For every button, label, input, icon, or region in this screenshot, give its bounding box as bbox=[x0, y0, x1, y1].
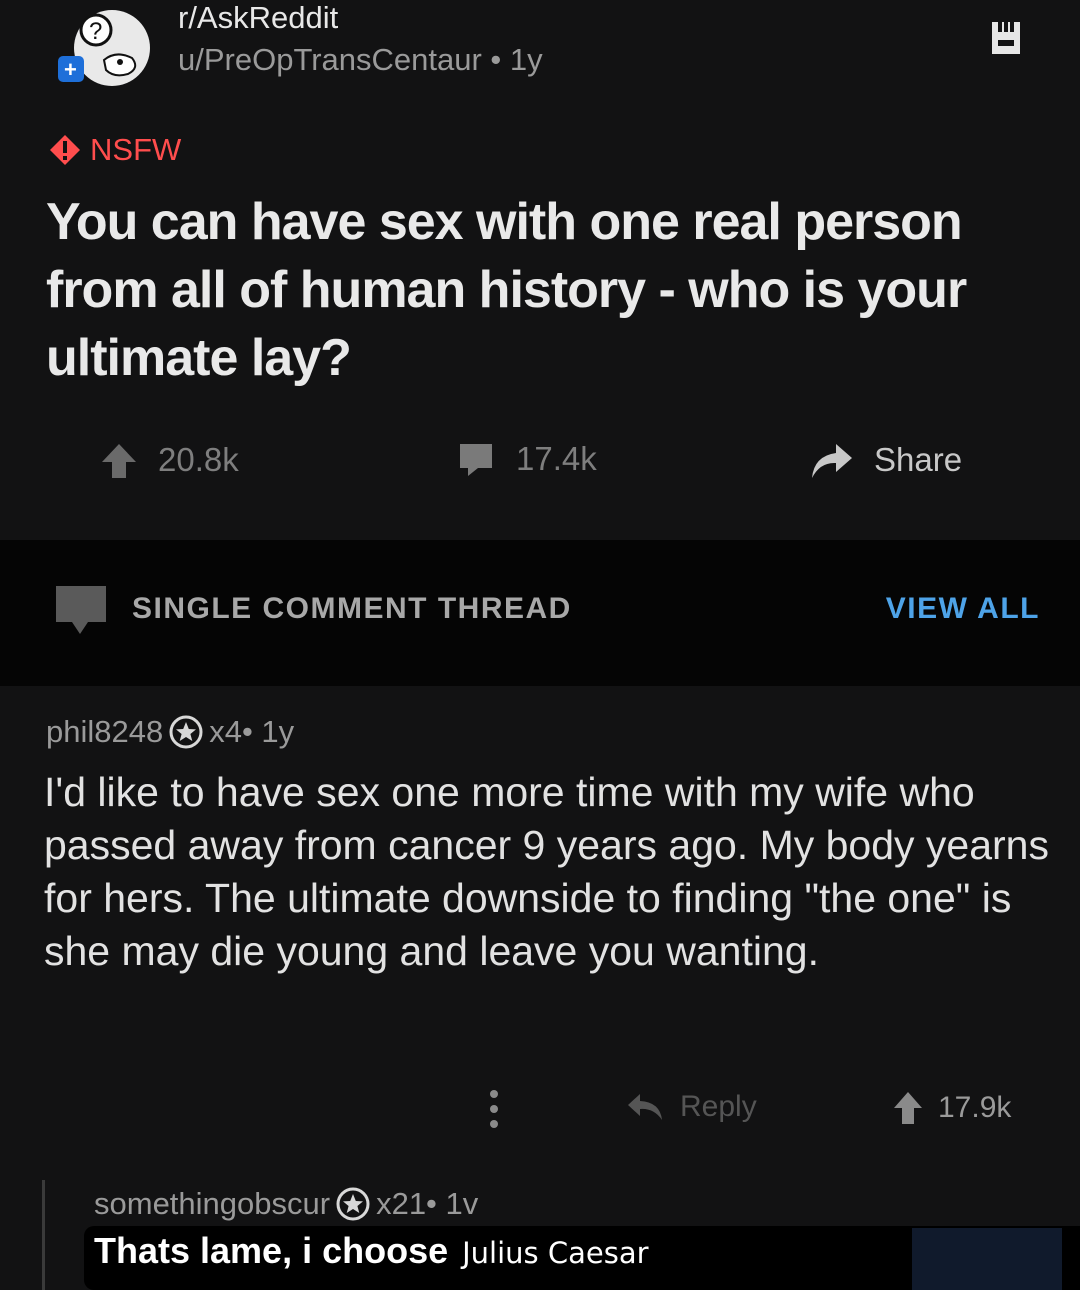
subreddit-name[interactable]: r/AskReddit bbox=[178, 0, 338, 36]
comment-upvote-button[interactable]: 17.9k bbox=[892, 1090, 1011, 1126]
comment-count: 17.4k bbox=[516, 440, 597, 477]
share-arrow-icon bbox=[812, 444, 852, 478]
comment-award-meta: x4• 1y bbox=[209, 714, 295, 749]
child-comment-caption: Julius Caesar bbox=[462, 1236, 649, 1270]
award-icon[interactable] bbox=[169, 715, 203, 749]
more-options-icon[interactable] bbox=[482, 1086, 506, 1132]
view-all-link[interactable]: VIEW ALL bbox=[886, 592, 1040, 626]
comment-thread-icon bbox=[52, 584, 110, 636]
child-comment-award-meta: x21• 1v bbox=[376, 1186, 479, 1221]
thread-label: SINGLE COMMENT THREAD bbox=[132, 592, 572, 625]
share-button[interactable]: Share bbox=[808, 440, 962, 480]
nsfw-icon bbox=[50, 135, 80, 165]
nsfw-label: NSFW bbox=[90, 132, 182, 167]
comment-body: I'd like to have sex one more time with … bbox=[44, 769, 1049, 974]
svg-text:+: + bbox=[64, 57, 77, 82]
reply-button[interactable]: Reply bbox=[626, 1090, 757, 1124]
comment-bubble-icon bbox=[460, 444, 492, 476]
post-title[interactable]: You can have sex with one real person fr… bbox=[46, 188, 1006, 392]
save-icon[interactable] bbox=[988, 20, 1024, 56]
share-label: Share bbox=[874, 441, 963, 478]
reply-label: Reply bbox=[680, 1090, 757, 1123]
comment-actions: Reply 17.9k bbox=[0, 1086, 1080, 1136]
comments-button[interactable]: 17.4k bbox=[456, 440, 597, 478]
reply-thread-line bbox=[42, 1180, 45, 1290]
child-comment-meta: somethingobscur x21• 1v bbox=[94, 1186, 478, 1222]
upvote-button[interactable]: 20.8k bbox=[100, 440, 239, 480]
comment-author[interactable]: phil8248 bbox=[46, 714, 163, 750]
award-icon[interactable] bbox=[336, 1187, 370, 1221]
post-card: ? + r/AskReddit u/PreOpTransCentaur • 1y… bbox=[0, 0, 1080, 540]
svg-text:?: ? bbox=[89, 18, 102, 45]
upvote-count: 20.8k bbox=[158, 441, 239, 478]
child-comment-author[interactable]: somethingobscur bbox=[94, 1186, 330, 1222]
upvote-arrow-icon bbox=[102, 444, 136, 478]
child-comment-text: Thats lame, i choose bbox=[94, 1230, 449, 1271]
child-comment-body: Thats lame, i choose Julius Caesar bbox=[94, 1230, 649, 1272]
upvote-arrow-icon bbox=[894, 1092, 922, 1124]
comment-score: 17.9k bbox=[938, 1091, 1012, 1124]
subreddit-avatar[interactable]: ? + bbox=[56, 8, 154, 88]
nsfw-tag: NSFW bbox=[48, 132, 181, 168]
comment-meta: phil8248 x4• 1y bbox=[46, 714, 294, 750]
single-comment-thread-bar: SINGLE COMMENT THREAD VIEW ALL bbox=[0, 540, 1080, 686]
post-author-meta[interactable]: u/PreOpTransCentaur • 1y bbox=[178, 42, 543, 78]
post-actions: 20.8k 17.4k Share bbox=[0, 440, 1080, 500]
caption-blue-block bbox=[912, 1228, 1062, 1290]
reply-arrow-icon bbox=[628, 1094, 662, 1120]
